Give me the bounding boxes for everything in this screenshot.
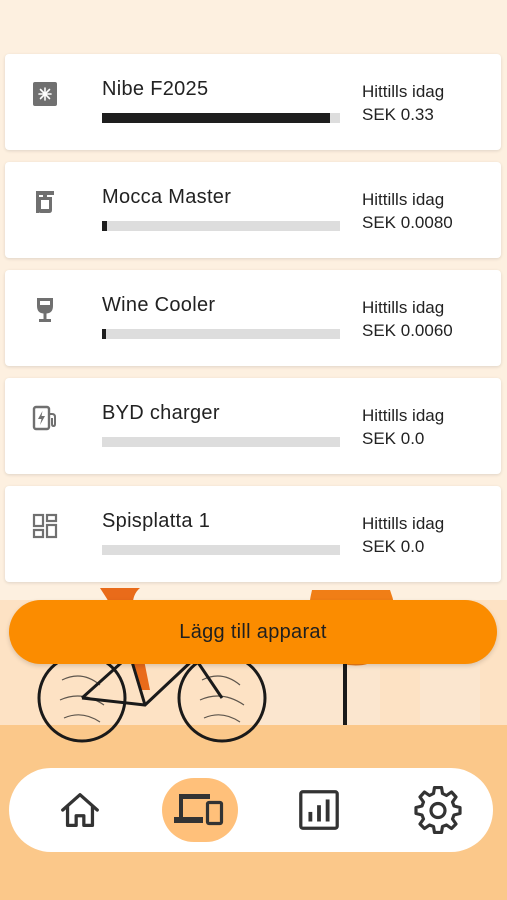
device-name: Spisplatta 1 bbox=[102, 510, 211, 532]
cost-value: SEK 0.0 bbox=[362, 537, 425, 556]
cost-label: Hittills idag bbox=[362, 514, 445, 533]
cost-value: SEK 0.0 bbox=[362, 429, 425, 448]
device-card-nibe-f2025[interactable]: Nibe F2025 Hittills idag SEK 0.33 bbox=[5, 54, 501, 150]
device-name: Mocca Master bbox=[102, 186, 232, 208]
devices-screen: Nibe F2025 Hittills idag SEK 0.33 Mocca … bbox=[0, 0, 507, 900]
cost-value: SEK 0.33 bbox=[362, 105, 434, 124]
cost-label: Hittills idag bbox=[362, 82, 445, 101]
usage-bar bbox=[102, 113, 340, 123]
cost-value: SEK 0.0060 bbox=[362, 321, 453, 340]
bottom-navigation bbox=[9, 768, 493, 852]
stove-icon bbox=[32, 513, 58, 539]
cost-label: Hittills idag bbox=[362, 406, 445, 425]
usage-bar bbox=[102, 329, 340, 339]
devices-icon bbox=[174, 794, 224, 826]
coffee-maker-icon bbox=[36, 191, 54, 213]
usage-bar-fill bbox=[102, 113, 331, 123]
device-card-spisplatta-1[interactable]: Spisplatta 1 Hittills idag SEK 0.0 bbox=[5, 486, 501, 582]
device-name: Nibe F2025 bbox=[102, 78, 209, 100]
cost-label: Hittills idag bbox=[362, 190, 445, 209]
home-icon bbox=[61, 793, 99, 827]
usage-bar bbox=[102, 221, 340, 231]
usage-bar-fill bbox=[102, 329, 106, 339]
usage-bar bbox=[102, 545, 340, 555]
usage-bar bbox=[102, 437, 340, 447]
cost-value: SEK 0.0080 bbox=[362, 213, 453, 232]
add-device-button[interactable]: Lägg till apparat bbox=[9, 600, 497, 664]
device-card-wine-cooler[interactable]: Wine Cooler Hittills idag SEK 0.0060 bbox=[5, 270, 501, 366]
statistics-icon bbox=[299, 790, 339, 830]
cost-label: Hittills idag bbox=[362, 298, 445, 317]
usage-bar-fill bbox=[102, 221, 107, 231]
settings-icon bbox=[414, 786, 462, 834]
device-name: Wine Cooler bbox=[102, 294, 216, 316]
wine-glass-icon bbox=[37, 298, 53, 322]
heat-pump-icon bbox=[33, 82, 57, 106]
ev-charger-icon bbox=[32, 405, 56, 431]
device-name: BYD charger bbox=[102, 402, 220, 424]
nav-settings[interactable] bbox=[399, 776, 477, 844]
nav-statistics[interactable] bbox=[280, 776, 358, 844]
device-card-mocca-master[interactable]: Mocca Master Hittills idag SEK 0.0080 bbox=[5, 162, 501, 258]
device-card-byd-charger[interactable]: BYD charger Hittills idag SEK 0.0 bbox=[5, 378, 501, 474]
nav-devices[interactable] bbox=[161, 776, 239, 844]
nav-home[interactable] bbox=[41, 776, 119, 844]
